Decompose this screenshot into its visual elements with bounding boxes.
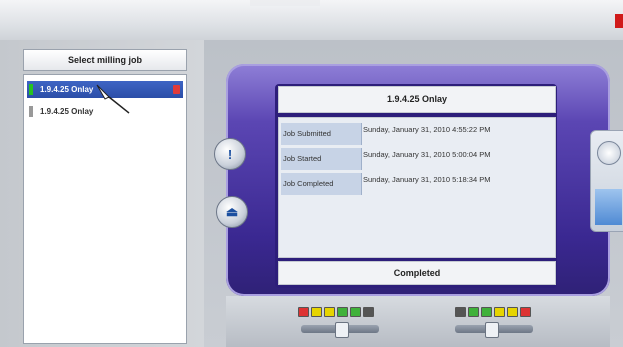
close-button[interactable] — [615, 14, 623, 28]
row-value: Sunday, January 31, 2010 5:00:04 PM — [363, 150, 491, 159]
table-row: Job Completed Sunday, January 31, 2010 5… — [281, 173, 553, 195]
job-arrow-icon[interactable] — [173, 85, 180, 94]
mouse-cursor-icon — [96, 84, 130, 114]
row-value: Sunday, January 31, 2010 5:18:34 PM — [363, 175, 491, 184]
job-list-header: Select milling job — [23, 49, 187, 71]
left-led-bar — [298, 307, 374, 317]
job-status: Completed — [278, 261, 556, 285]
right-slider[interactable] — [455, 322, 533, 338]
led — [520, 307, 531, 317]
led — [324, 307, 335, 317]
row-key: Job Submitted — [281, 123, 362, 145]
job-status-indicator — [29, 84, 33, 95]
alert-icon[interactable]: ! — [214, 138, 246, 170]
row-key: Job Completed — [281, 173, 362, 195]
led — [363, 307, 374, 317]
led — [494, 307, 505, 317]
job-label: 1.9.4.25 Onlay — [40, 85, 94, 94]
gauge-fill — [595, 189, 622, 225]
led — [311, 307, 322, 317]
gauge-icon — [597, 141, 621, 165]
led — [350, 307, 361, 317]
led — [468, 307, 479, 317]
gauge-panel — [590, 130, 623, 232]
left-slider[interactable] — [301, 322, 379, 338]
toolbar-highlight — [250, 0, 320, 6]
led — [298, 307, 309, 317]
machine-base — [226, 296, 610, 347]
led — [455, 307, 466, 317]
right-led-bar — [455, 307, 531, 317]
job-status-indicator — [29, 106, 33, 117]
job-title: 1.9.4.25 Onlay — [278, 86, 556, 113]
led — [337, 307, 348, 317]
table-row: Job Started Sunday, January 31, 2010 5:0… — [281, 148, 553, 170]
job-label: 1.9.4.25 Onlay — [40, 107, 94, 116]
stop-icon[interactable]: ⏏ — [216, 196, 248, 228]
row-value: Sunday, January 31, 2010 4:55:22 PM — [363, 125, 491, 134]
table-row: Job Submitted Sunday, January 31, 2010 4… — [281, 123, 553, 145]
slider-knob[interactable] — [335, 322, 349, 338]
led — [481, 307, 492, 317]
led — [507, 307, 518, 317]
job-info-table: Job Submitted Sunday, January 31, 2010 4… — [278, 117, 556, 258]
row-key: Job Started — [281, 148, 362, 170]
slider-knob[interactable] — [485, 322, 499, 338]
top-toolbar — [0, 0, 623, 41]
